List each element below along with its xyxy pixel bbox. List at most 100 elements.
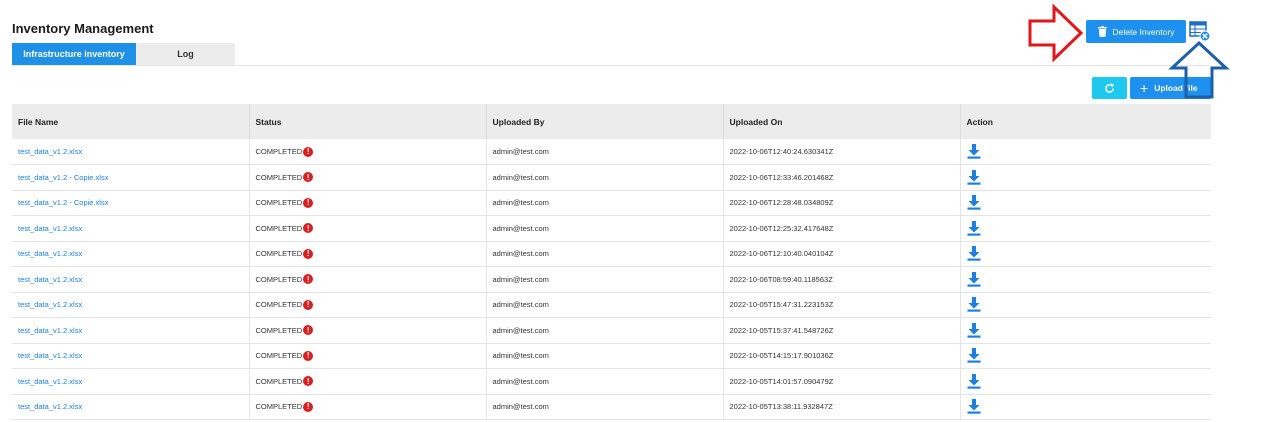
- error-exclamation-icon[interactable]: !: [303, 376, 314, 387]
- upload-file-button[interactable]: + Upload file: [1130, 77, 1211, 99]
- uploaded-on-cell: 2022-10-05T15:37:41.548726Z: [723, 317, 961, 344]
- column-header-file-name[interactable]: File Name: [12, 104, 250, 139]
- status-text: COMPLETED: [255, 274, 303, 284]
- uploaded-on-cell: 2022-10-05T13:38:11.932847Z: [723, 394, 961, 420]
- action-cell: [960, 164, 1211, 191]
- table-delete-icon[interactable]: [1189, 21, 1211, 42]
- status-cell: COMPLETED!: [249, 394, 487, 420]
- action-cell: [960, 292, 1211, 318]
- file-name-link[interactable]: test_data_v1.2.xlsx: [12, 266, 250, 293]
- error-exclamation-icon[interactable]: !: [303, 325, 314, 336]
- status-cell: COMPLETED!: [249, 317, 487, 344]
- action-cell: [960, 190, 1211, 216]
- uploaded-by-cell: admin@test.com: [486, 241, 724, 267]
- status-text: COMPLETED: [255, 325, 303, 335]
- table-row: test_data_v1.2 - Copie.xlsx COMPLETED! adm…: [12, 164, 1211, 191]
- uploaded-by-cell: admin@test.com: [486, 394, 724, 420]
- table-row: test_data_v1.2.xlsx COMPLETED! admin@test.…: [12, 241, 1211, 267]
- uploaded-on-cell: 2022-10-06T12:33:46.201468Z: [723, 164, 961, 191]
- file-name-link[interactable]: test_data_v1.2.xlsx: [12, 368, 250, 395]
- status-text: COMPLETED: [255, 147, 303, 156]
- error-exclamation-icon[interactable]: !: [303, 299, 314, 310]
- refresh-button[interactable]: [1092, 77, 1127, 99]
- file-name-link[interactable]: test_data_v1.2.xlsx: [12, 317, 250, 344]
- table-row: test_data_v1.2 - Copie.xlsx COMPLETED! adm…: [12, 190, 1211, 216]
- download-icon[interactable]: [967, 169, 981, 185]
- download-icon[interactable]: [967, 297, 981, 312]
- uploaded-by-cell: admin@test.com: [486, 164, 724, 191]
- action-cell: [960, 139, 1211, 165]
- file-name-link[interactable]: test_data_v1.2.xlsx: [12, 139, 250, 165]
- uploaded-by-cell: admin@test.com: [486, 317, 724, 344]
- status-cell: COMPLETED!: [249, 368, 487, 395]
- action-cell: [960, 266, 1211, 293]
- action-cell: [960, 317, 1211, 344]
- table-row: test_data_v1.2.xlsx COMPLETED! admin@test.…: [12, 317, 1211, 344]
- action-cell: [960, 368, 1211, 395]
- action-cell: [960, 215, 1211, 242]
- status-cell: COMPLETED!: [249, 343, 487, 369]
- error-exclamation-icon[interactable]: !: [303, 248, 314, 259]
- download-icon[interactable]: [967, 348, 981, 363]
- upload-file-label: Upload file: [1154, 83, 1198, 93]
- action-cell: [960, 241, 1211, 267]
- uploaded-on-cell: 2022-10-06T08:59:40.118563Z: [723, 266, 961, 293]
- tabs-divider: [12, 65, 1211, 66]
- status-cell: COMPLETED!: [249, 164, 487, 191]
- file-name-link[interactable]: test_data_v1.2.xlsx: [12, 215, 250, 242]
- refresh-icon: [1105, 82, 1115, 93]
- uploaded-on-cell: 2022-10-05T14:15:17.901036Z: [723, 343, 961, 369]
- file-name-link[interactable]: test_data_v1.2 - Copie.xlsx: [12, 190, 250, 216]
- column-header-uploaded-by[interactable]: Uploaded By: [486, 104, 724, 139]
- uploaded-by-cell: admin@test.com: [486, 139, 724, 165]
- column-header-status[interactable]: Status: [249, 104, 487, 139]
- plus-icon: +: [1140, 80, 1149, 96]
- action-cell: [960, 394, 1211, 420]
- file-name-link[interactable]: test_data_v1.2.xlsx: [12, 241, 250, 267]
- download-icon[interactable]: [967, 399, 981, 414]
- file-name-link[interactable]: test_data_v1.2.xlsx: [12, 343, 250, 369]
- uploaded-on-cell: 2022-10-06T12:25:32.417648Z: [723, 215, 961, 242]
- annotation-arrow-right-icon: [1028, 4, 1084, 62]
- table-row: test_data_v1.2.xlsx COMPLETED! admin@test.…: [12, 139, 1211, 165]
- error-exclamation-icon[interactable]: !: [303, 401, 314, 412]
- uploaded-by-cell: admin@test.com: [486, 215, 724, 242]
- table-row: test_data_v1.2.xlsx COMPLETED! admin@test.…: [12, 343, 1211, 369]
- uploaded-on-cell: 2022-10-05T14:01:57.090479Z: [723, 368, 961, 395]
- error-exclamation-icon[interactable]: !: [303, 197, 314, 208]
- delete-inventory-button[interactable]: Delete Inventory: [1086, 20, 1186, 43]
- status-cell: COMPLETED!: [249, 241, 487, 267]
- inventory-table: File Name Status Uploaded By Uploaded On…: [12, 104, 1211, 420]
- error-exclamation-icon[interactable]: !: [303, 350, 314, 361]
- error-exclamation-icon[interactable]: !: [303, 223, 314, 234]
- table-row: test_data_v1.2.xlsx COMPLETED! admin@test.…: [12, 368, 1211, 395]
- download-icon[interactable]: [967, 246, 981, 261]
- error-exclamation-icon[interactable]: !: [303, 274, 314, 285]
- error-exclamation-icon[interactable]: !: [303, 146, 314, 157]
- file-name-link[interactable]: test_data_v1.2.xlsx: [12, 292, 250, 318]
- download-icon[interactable]: [967, 220, 981, 236]
- action-cell: [960, 343, 1211, 369]
- download-icon[interactable]: [967, 195, 981, 210]
- tab-log[interactable]: Log: [136, 43, 235, 65]
- column-header-action: Action: [960, 104, 1211, 139]
- tab-infrastructure-inventory[interactable]: Infrastructure inventory: [12, 43, 136, 65]
- download-icon[interactable]: [967, 271, 981, 287]
- status-text: COMPLETED: [255, 300, 303, 310]
- download-icon[interactable]: [967, 373, 981, 389]
- download-icon[interactable]: [967, 144, 981, 159]
- table-header-row: File Name Status Uploaded By Uploaded On…: [12, 104, 1211, 139]
- trash-icon: [1097, 26, 1107, 37]
- uploaded-by-cell: admin@test.com: [486, 292, 724, 318]
- file-name-link[interactable]: test_data_v1.2.xlsx: [12, 394, 250, 420]
- error-exclamation-icon[interactable]: !: [303, 172, 314, 183]
- page-title: Inventory Management: [12, 21, 154, 36]
- status-text: COMPLETED: [255, 376, 303, 386]
- tab-bar: Infrastructure inventory Log: [12, 43, 235, 65]
- uploaded-on-cell: 2022-10-06T12:28:48.034809Z: [723, 190, 961, 216]
- column-header-uploaded-on[interactable]: Uploaded On: [723, 104, 961, 139]
- download-icon[interactable]: [967, 322, 981, 338]
- status-text: COMPLETED: [255, 198, 303, 208]
- uploaded-by-cell: admin@test.com: [486, 368, 724, 395]
- file-name-link[interactable]: test_data_v1.2 - Copie.xlsx: [12, 164, 250, 191]
